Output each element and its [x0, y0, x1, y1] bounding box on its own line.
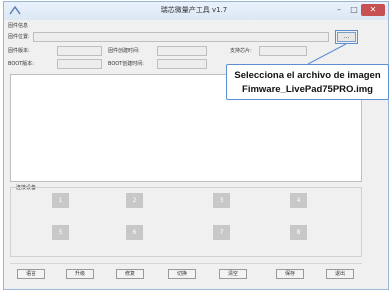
firmware-version-field [57, 46, 102, 56]
clear-button[interactable]: 清空 [219, 269, 247, 279]
window-title: 瑞芯微量产工具 v1.7 [160, 6, 228, 14]
callout-line-1: Selecciona el archivo de imagen [234, 70, 381, 81]
boot-version-label: BOOT版本: [8, 61, 34, 67]
close-button[interactable]: ✕ [361, 4, 385, 16]
boot-create-time-label: BOOT创建时间: [108, 61, 144, 67]
device-slot-5: 5 [52, 225, 69, 240]
boot-version-field [57, 59, 102, 69]
chip-label: 支持芯片: [230, 48, 252, 54]
device-slot-7: 7 [213, 225, 230, 240]
callout-line-2: Fimware_LivePad75PRO.img [242, 84, 373, 95]
browse-button[interactable]: ... [337, 32, 356, 42]
save-button[interactable]: 保存 [276, 269, 304, 279]
firmware-location-label: 固件位置: [8, 34, 30, 40]
firmware-info-title: 固件信息 [8, 23, 29, 29]
device-slot-2: 2 [126, 193, 143, 208]
app-logo-icon [9, 5, 21, 15]
upgrade-button[interactable]: 升级 [66, 269, 94, 279]
repair-button[interactable]: 修复 [116, 269, 144, 279]
firmware-version-label: 固件版本: [8, 48, 30, 54]
minimize-button[interactable]: – [332, 4, 346, 16]
device-slot-4: 4 [290, 193, 307, 208]
device-slot-8: 8 [290, 225, 307, 240]
title-bar: 瑞芯微量产工具 v1.7 – □ ✕ [4, 2, 388, 20]
firmware-create-time-label: 固件创建时间: [108, 48, 140, 54]
firmware-create-time-field [157, 46, 207, 56]
firmware-location-field[interactable] [33, 32, 329, 42]
chip-field [259, 46, 307, 56]
device-slot-3: 3 [213, 193, 230, 208]
device-slot-6: 6 [126, 225, 143, 240]
maximize-button[interactable]: □ [347, 4, 361, 16]
boot-create-time-field [157, 59, 207, 69]
switch-button[interactable]: 切换 [168, 269, 196, 279]
exit-button[interactable]: 退出 [326, 269, 354, 279]
device-slot-1: 1 [52, 193, 69, 208]
bottom-divider [10, 263, 362, 264]
language-button[interactable]: 语言 [17, 269, 45, 279]
annotation-callout: Selecciona el archivo de imagen Fimware_… [226, 64, 389, 100]
